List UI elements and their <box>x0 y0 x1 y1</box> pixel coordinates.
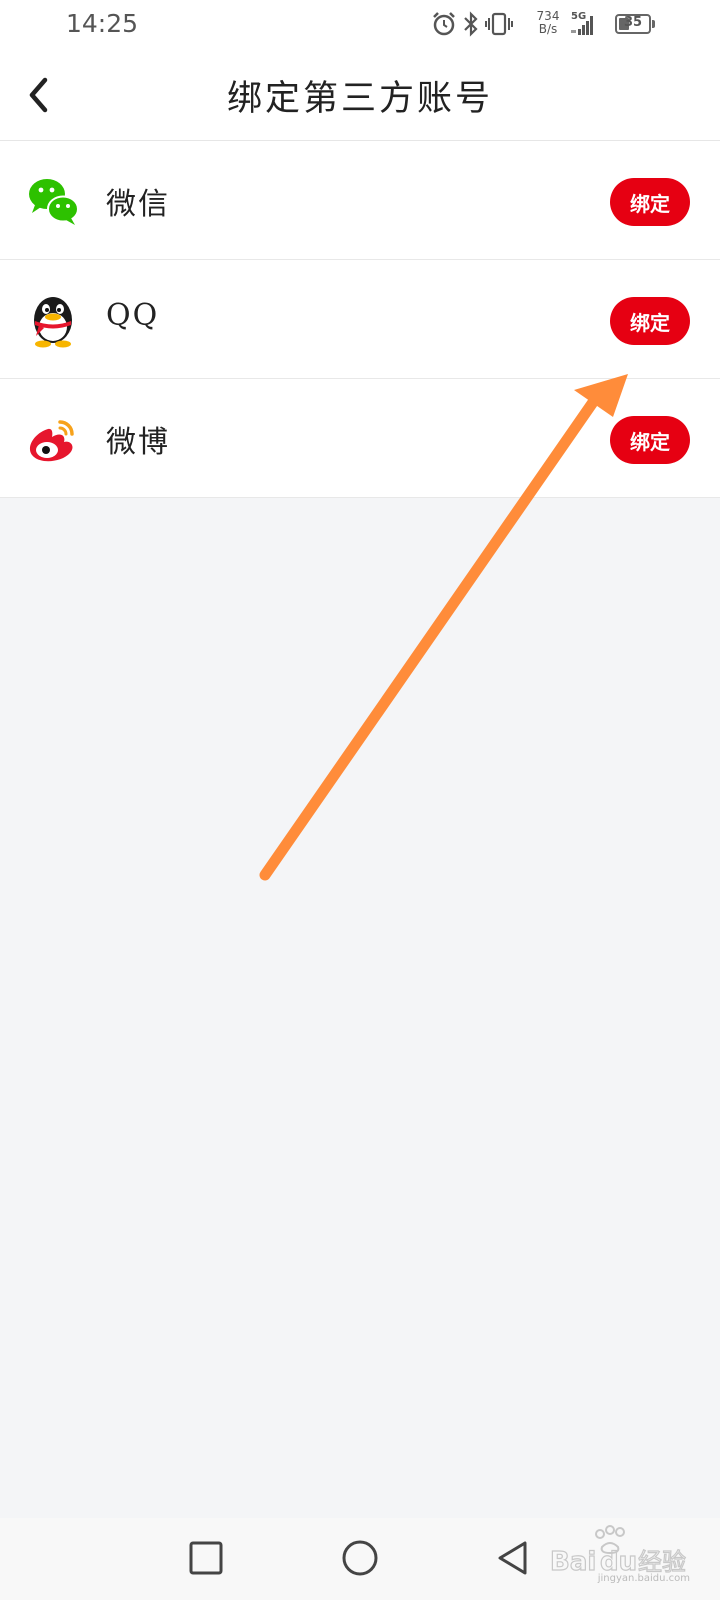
annotation-arrow <box>259 374 628 881</box>
home-circle-icon[interactable] <box>338 1536 382 1580</box>
annotation-arrow-shaft <box>259 389 604 881</box>
recents-square-icon[interactable] <box>184 1536 228 1580</box>
svg-text:经验: 经验 <box>638 1548 686 1576</box>
back-triangle-icon[interactable] <box>492 1536 536 1580</box>
watermark-url: jingyan.baidu.com <box>597 1573 690 1584</box>
